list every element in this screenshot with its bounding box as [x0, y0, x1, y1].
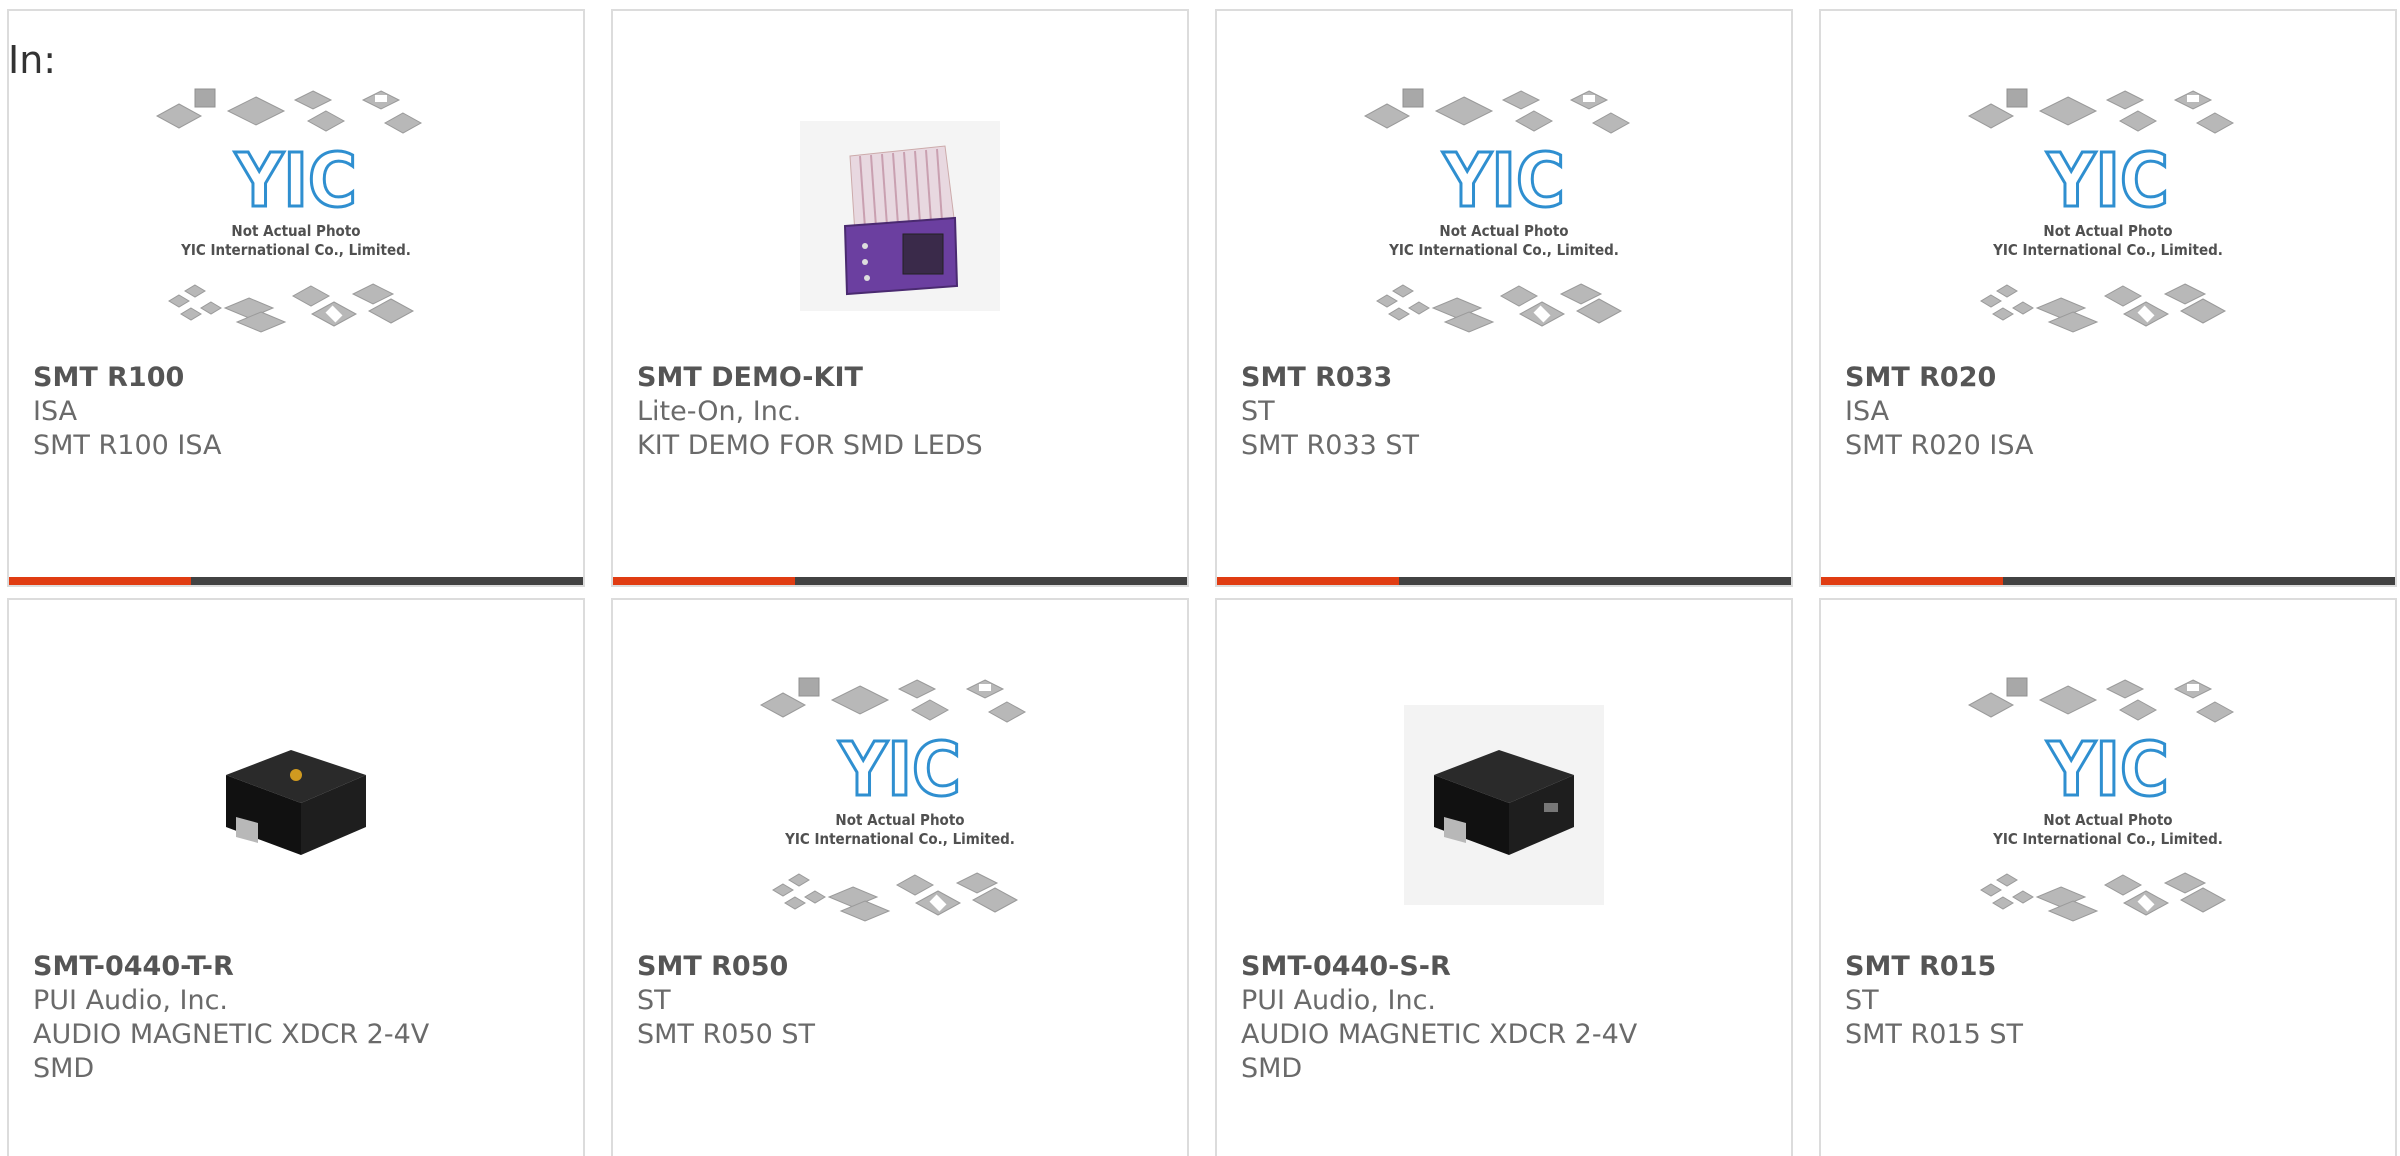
card-bottom-bar — [1821, 577, 2395, 585]
product-info: SMT R020 ISA SMT R020 ISA — [1845, 361, 2375, 463]
yic-logo-mark: YIC — [2046, 727, 2169, 813]
product-manufacturer: PUI Audio, Inc. — [33, 985, 228, 1016]
in-label: In: — [8, 38, 57, 82]
product-part-number[interactable]: SMT R050 — [637, 950, 1167, 984]
product-image-placeholder[interactable]: YIC Not Actual Photo YIC International C… — [1217, 81, 1791, 351]
yic-logo-mark: YIC — [1442, 138, 1565, 224]
yic-logo-mark: YIC — [838, 727, 961, 813]
product-card[interactable]: YIC Not Actual Photo YIC International C… — [1215, 9, 1793, 587]
product-info: SMT DEMO-KIT Lite-On, Inc. KIT DEMO FOR … — [637, 361, 1167, 463]
product-description: SMT R015 ST — [1845, 1019, 2024, 1050]
product-manufacturer: ST — [1845, 985, 1879, 1016]
product-card[interactable]: YIC Not Actual Photo YIC International C… — [7, 9, 585, 587]
placeholder-caption-1: Not Actual Photo — [2043, 222, 2172, 240]
product-card[interactable]: YIC Not Actual Photo YIC International C… — [611, 598, 1189, 1156]
product-card[interactable]: SMT DEMO-KIT Lite-On, Inc. KIT DEMO FOR … — [611, 9, 1189, 587]
product-part-number[interactable]: SMT DEMO-KIT — [637, 361, 1167, 395]
product-info: SMT-0440-T-R PUI Audio, Inc. AUDIO MAGNE… — [33, 950, 563, 1086]
card-bottom-bar — [1217, 577, 1791, 585]
card-accent-bar — [1217, 577, 1399, 585]
placeholder-caption-1: Not Actual Photo — [1439, 222, 1568, 240]
product-part-number[interactable]: SMT-0440-S-R — [1241, 950, 1771, 984]
placeholder-caption-2: YIC International Co., Limited. — [1992, 830, 2223, 848]
product-description: SMT R033 ST — [1241, 430, 1420, 461]
product-description: SMT R050 ST — [637, 1019, 816, 1050]
buzzer-side-port-photo — [1404, 705, 1604, 905]
product-description: KIT DEMO FOR SMD LEDS — [637, 430, 983, 461]
product-image-placeholder[interactable]: YIC Not Actual Photo YIC International C… — [1821, 670, 2395, 940]
yic-placeholder-logo: YIC Not Actual Photo YIC International C… — [155, 88, 423, 333]
product-info: SMT-0440-S-R PUI Audio, Inc. AUDIO MAGNE… — [1241, 950, 1771, 1086]
product-card[interactable]: SMT-0440-T-R PUI Audio, Inc. AUDIO MAGNE… — [7, 598, 585, 1156]
card-bottom-bar — [9, 577, 583, 585]
yic-logo-mark: YIC — [234, 138, 357, 224]
placeholder-caption-1: Not Actual Photo — [2043, 811, 2172, 829]
placeholder-caption-2: YIC International Co., Limited. — [784, 830, 1015, 848]
product-description: AUDIO MAGNETIC XDCR 2-4V — [1241, 1019, 1638, 1050]
product-info: SMT R100 ISA SMT R100 ISA — [33, 361, 563, 463]
product-grid-page: In: YIC Not Actual Photo YIC Internation… — [0, 0, 2400, 1156]
product-manufacturer: Lite-On, Inc. — [637, 396, 802, 427]
product-description: SMT R020 ISA — [1845, 430, 2034, 461]
product-card[interactable]: SMT-0440-S-R PUI Audio, Inc. AUDIO MAGNE… — [1215, 598, 1793, 1156]
product-part-number[interactable]: SMT R100 — [33, 361, 563, 395]
product-manufacturer: ISA — [33, 396, 78, 427]
product-image-kit[interactable] — [613, 81, 1187, 351]
demo-kit-photo — [800, 121, 1000, 311]
yic-placeholder-logo: YIC Not Actual Photo YIC International C… — [759, 677, 1027, 922]
placeholder-caption-2: YIC International Co., Limited. — [180, 241, 411, 259]
product-description: SMT R100 ISA — [33, 430, 222, 461]
card-accent-bar — [9, 577, 191, 585]
product-part-number[interactable]: SMT R015 — [1845, 950, 2375, 984]
product-image-placeholder[interactable]: YIC Not Actual Photo YIC International C… — [1821, 81, 2395, 351]
product-image-placeholder[interactable]: YIC Not Actual Photo YIC International C… — [613, 670, 1187, 940]
product-image-placeholder[interactable]: YIC Not Actual Photo YIC International C… — [9, 81, 583, 351]
card-accent-bar — [1821, 577, 2003, 585]
placeholder-caption-2: YIC International Co., Limited. — [1992, 241, 2223, 259]
product-part-number[interactable]: SMT R020 — [1845, 361, 2375, 395]
product-description-cont: SMD — [33, 1053, 95, 1084]
product-card[interactable]: YIC Not Actual Photo YIC International C… — [1819, 598, 2397, 1156]
yic-placeholder-logo: YIC Not Actual Photo YIC International C… — [1967, 677, 2235, 922]
yic-placeholder-logo: YIC Not Actual Photo YIC International C… — [1363, 88, 1631, 333]
product-info: SMT R015 ST SMT R015 ST — [1845, 950, 2375, 1052]
yic-logo-mark: YIC — [2046, 138, 2169, 224]
product-image-buzzer[interactable] — [9, 670, 583, 940]
placeholder-caption-1: Not Actual Photo — [835, 811, 964, 829]
product-manufacturer: ISA — [1845, 396, 1890, 427]
product-part-number[interactable]: SMT R033 — [1241, 361, 1771, 395]
placeholder-caption-2: YIC International Co., Limited. — [1388, 241, 1619, 259]
buzzer-top-port-photo — [196, 705, 396, 905]
product-part-number[interactable]: SMT-0440-T-R — [33, 950, 563, 984]
card-accent-bar — [613, 577, 795, 585]
product-manufacturer: PUI Audio, Inc. — [1241, 985, 1436, 1016]
product-manufacturer: ST — [1241, 396, 1275, 427]
yic-placeholder-logo: YIC Not Actual Photo YIC International C… — [1967, 88, 2235, 333]
placeholder-caption-1: Not Actual Photo — [231, 222, 360, 240]
card-bottom-bar — [613, 577, 1187, 585]
product-manufacturer: ST — [637, 985, 671, 1016]
product-card[interactable]: YIC Not Actual Photo YIC International C… — [1819, 9, 2397, 587]
product-image-buzzer[interactable] — [1217, 670, 1791, 940]
product-info: SMT R033 ST SMT R033 ST — [1241, 361, 1771, 463]
product-info: SMT R050 ST SMT R050 ST — [637, 950, 1167, 1052]
product-description-cont: SMD — [1241, 1053, 1303, 1084]
product-description: AUDIO MAGNETIC XDCR 2-4V — [33, 1019, 430, 1050]
